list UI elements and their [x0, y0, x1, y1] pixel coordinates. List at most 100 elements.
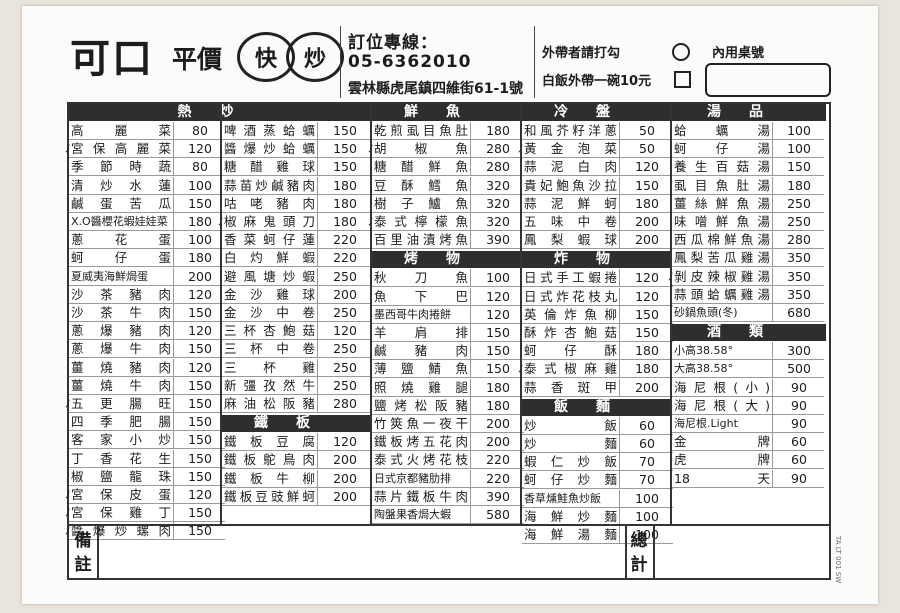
menu-item-row[interactable]: 泰式火烤花枝 220 [372, 451, 524, 470]
menu-item-row[interactable]: 秋刀魚 100 [372, 269, 524, 288]
menu-item-row[interactable]: 墨西哥牛肉捲餅 120 [372, 305, 524, 324]
menu-item-row[interactable]: 炒麵 60 [522, 435, 673, 453]
menu-item-row[interactable]: 蒜香斑甲 200 [522, 378, 673, 397]
menu-item-row[interactable]: 味噌鮮魚湯 250 [672, 213, 824, 231]
menu-item-row[interactable]: 麻油松阪豬 280 [222, 395, 371, 413]
rice-checkbox[interactable] [674, 71, 691, 88]
menu-item-row[interactable]: 小高38.58° 300 [672, 342, 824, 361]
menu-item-row[interactable]: 鳳梨苦瓜雞湯 350 [672, 249, 824, 268]
menu-item-row[interactable]: 蒜片鐵板牛肉 390 [372, 487, 524, 506]
menu-item-row[interactable]: 蔥爆牛肉 150 [69, 340, 225, 359]
menu-item-row[interactable]: 蒜泥白肉 120 [522, 158, 673, 177]
menu-item-row[interactable]: 蒜泥鮮蚵 180 [522, 194, 673, 213]
menu-item-row[interactable]: 夏威夷海鮮焗蛋 200 [69, 267, 225, 286]
menu-item-row[interactable]: 鹹豬肉 150 [372, 342, 524, 361]
menu-item-row[interactable]: 薄鹽鯖魚 150 [372, 360, 524, 379]
menu-item-row[interactable]: 三杯中卷 250 [222, 340, 371, 359]
menu-item-row[interactable]: 海尼根(大) 90 [672, 396, 824, 415]
menu-item-row[interactable]: 糖醋鮮魚 280 [372, 158, 524, 177]
menu-item-row[interactable]: 咕咾豬肉 180 [222, 194, 371, 213]
menu-item-row[interactable]: 百里油漬烤魚 390 [372, 231, 524, 250]
menu-item-row[interactable]: ﾉ椒麻鬼頭刀180 [218, 213, 371, 231]
menu-item-row[interactable]: ﾉ剝皮辣椒雞湯350 [668, 267, 824, 286]
menu-item-row[interactable]: 蔥爆豬肉 120 [69, 322, 225, 341]
menu-item-row[interactable]: 蔥花蛋 100 [69, 231, 225, 250]
menu-item-row[interactable]: 金牌 60 [672, 433, 824, 452]
menu-item-row[interactable]: 糖醋雞球 150 [222, 158, 371, 177]
total-field[interactable] [659, 528, 823, 574]
menu-item-row[interactable]: 虎牌 60 [672, 451, 824, 470]
menu-item-row[interactable]: 蝦仁炒飯 70 [522, 453, 673, 472]
menu-item-row[interactable]: 沙茶豬肉 120 [69, 285, 225, 304]
menu-item-row[interactable]: 鐵板豆腐 120 [222, 433, 371, 452]
table-number-field[interactable] [705, 63, 831, 97]
menu-item-row[interactable]: 蒜頭蛤蠣雞湯 350 [672, 285, 824, 304]
menu-item-row[interactable]: 照燒雞腿 180 [372, 378, 524, 397]
menu-item-row[interactable]: 樹子鱸魚 320 [372, 194, 524, 213]
menu-item-row[interactable]: 避風塘炒蝦 250 [222, 267, 371, 286]
menu-item-row[interactable]: 海尼根.Light 90 [672, 415, 824, 433]
menu-item-row[interactable]: 鐵板烤五花肉 200 [372, 433, 524, 452]
menu-item-row[interactable]: 白灼鮮蝦 220 [222, 249, 371, 268]
menu-item-row[interactable]: 薑燒豬肉 120 [69, 358, 225, 377]
menu-item-row[interactable]: 蚵仔炒麵 70 [522, 471, 673, 490]
menu-item-row[interactable]: 英倫炸魚柳 150 [522, 305, 673, 324]
menu-item-row[interactable]: 砂鍋魚頭(冬) 680 [672, 304, 824, 322]
menu-item-row[interactable]: 羊肩排 150 [372, 324, 524, 342]
menu-item-row[interactable]: 金沙雞球 200 [222, 285, 371, 304]
menu-item-row[interactable]: 竹筴魚一夜干 200 [372, 415, 524, 433]
menu-item-row[interactable]: 鹹蛋苦瓜 150 [69, 194, 225, 213]
menu-item-row[interactable]: 海尼根(小) 90 [672, 378, 824, 397]
menu-item-row[interactable]: 蚵仔蛋 180 [69, 249, 225, 268]
menu-item-row[interactable]: ﾉ泰式椒麻雞180 [518, 360, 673, 379]
takeout-checkbox[interactable] [672, 43, 690, 61]
remarks-field[interactable] [101, 528, 621, 574]
menu-item-row[interactable]: 薑絲鮮魚湯 250 [672, 194, 824, 213]
menu-item-row[interactable]: X.O醬櫻花蝦娃娃菜 180 [69, 213, 225, 231]
menu-item-row[interactable]: 醬爆炒蛤蠣 150 [222, 140, 371, 159]
menu-item-row[interactable]: 貴妃鮑魚沙拉 150 [522, 176, 673, 195]
menu-item-row[interactable]: 啤酒蒸蛤蠣 150 [222, 122, 371, 140]
menu-item-row[interactable]: 鹽烤松阪豬 180 [372, 396, 524, 415]
menu-item-row[interactable]: 沙茶牛肉 150 [69, 304, 225, 322]
menu-item-row[interactable]: ﾉ宮保高麗菜 120 [65, 140, 225, 159]
menu-item-row[interactable]: 蛤蠣湯 100 [672, 122, 824, 140]
menu-item-row[interactable]: 三杯杏鮑菇 120 [222, 322, 371, 341]
menu-item-row[interactable]: 魚下巴 120 [372, 287, 524, 306]
menu-item-row[interactable]: ﾉ胡椒魚280 [368, 140, 524, 159]
menu-item-row[interactable]: 香草燻鮭魚炒飯 100 [522, 489, 673, 508]
menu-item-row[interactable]: ﾉ泰式檸檬魚320 [368, 213, 524, 231]
menu-item-row[interactable]: 季節時蔬 80 [69, 158, 225, 177]
menu-item-row[interactable]: 薑燒牛肉 150 [69, 376, 225, 395]
menu-item-row[interactable]: ﾉ五更腸旺 150 [65, 395, 225, 413]
menu-item-row[interactable]: 三杯雞 250 [222, 358, 371, 377]
menu-item-row[interactable]: 豆酥鱈魚 320 [372, 176, 524, 195]
menu-item-row[interactable]: 鳳梨蝦球 200 [522, 231, 673, 250]
menu-item-row[interactable]: 蒜苗炒鹹豬肉 180 [222, 176, 371, 195]
menu-item-row[interactable]: 蚵仔酥 180 [522, 342, 673, 361]
menu-item-row[interactable]: 金沙中卷 250 [222, 304, 371, 322]
menu-item-row[interactable]: 虱目魚肚湯 180 [672, 176, 824, 195]
menu-item-row[interactable]: 炒飯 60 [522, 416, 673, 435]
menu-item-row[interactable]: ﾉ宮保皮蛋 120 [65, 486, 225, 504]
menu-item-row[interactable]: 乾煎虱目魚肚 180 [372, 122, 524, 140]
menu-item-row[interactable]: 和風芥籽洋蔥 50 [522, 122, 673, 140]
menu-item-row[interactable]: 日式京都豬肋排 220 [372, 469, 524, 488]
menu-item-row[interactable]: 香菜蚵仔蓮 220 [222, 231, 371, 250]
menu-item-row[interactable]: 新彊孜然牛 250 [222, 376, 371, 395]
menu-item-row[interactable]: 清炒水蓮 100 [69, 176, 225, 195]
menu-item-row[interactable]: 酥炸杏鮑菇 150 [522, 324, 673, 342]
menu-item-row[interactable]: 蚵仔湯 100 [672, 140, 824, 159]
menu-item-row[interactable]: 日式炸花枝丸 120 [522, 287, 673, 306]
menu-item-row[interactable]: ﾉ宮保雞丁 150 [65, 504, 225, 523]
menu-item-row[interactable]: 鐵板鴕鳥肉 200 [222, 451, 371, 470]
menu-item-row[interactable]: 大高38.58° 500 [672, 360, 824, 379]
menu-item-row[interactable]: 西瓜棉鮮魚湯 280 [672, 231, 824, 250]
menu-item-row[interactable]: 椒鹽龍珠 150 [69, 467, 225, 486]
menu-item-row[interactable]: 高麗菜 80 [69, 122, 225, 140]
menu-item-row[interactable]: 五味中卷 200 [522, 213, 673, 231]
menu-item-row[interactable]: 鐵板牛柳 200 [222, 469, 371, 488]
menu-item-row[interactable]: 陶盤果香焗大蝦 580 [372, 506, 524, 524]
menu-item-row[interactable]: 丁香花生 150 [69, 449, 225, 468]
menu-item-row[interactable]: 四季肥腸 150 [69, 413, 225, 432]
